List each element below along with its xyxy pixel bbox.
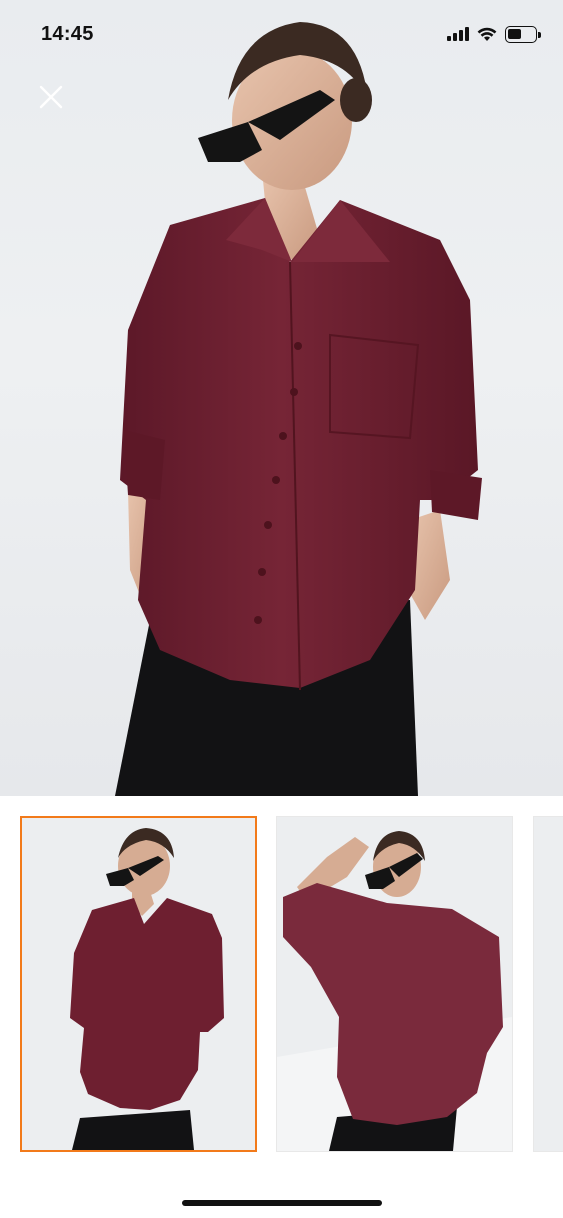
home-indicator[interactable] <box>182 1200 382 1206</box>
status-icons <box>447 25 541 43</box>
thumbnail-pose[interactable] <box>276 816 513 1152</box>
close-button[interactable] <box>34 80 68 114</box>
thumbnail-front[interactable] <box>20 816 257 1152</box>
battery-icon <box>505 25 541 43</box>
thumbnail-image <box>22 818 255 1150</box>
signal-icon <box>447 27 469 41</box>
wifi-icon <box>477 27 497 41</box>
product-hero-image[interactable] <box>0 0 563 796</box>
product-photo <box>115 22 482 796</box>
thumbnail-next[interactable] <box>533 816 563 1152</box>
status-time: 14:45 <box>41 22 94 45</box>
thumbnail-image <box>534 817 563 1151</box>
thumbnail-gallery <box>0 796 563 1166</box>
thumbnail-image <box>277 817 512 1151</box>
status-bar: 14:45 <box>0 0 563 68</box>
close-icon <box>39 85 63 109</box>
